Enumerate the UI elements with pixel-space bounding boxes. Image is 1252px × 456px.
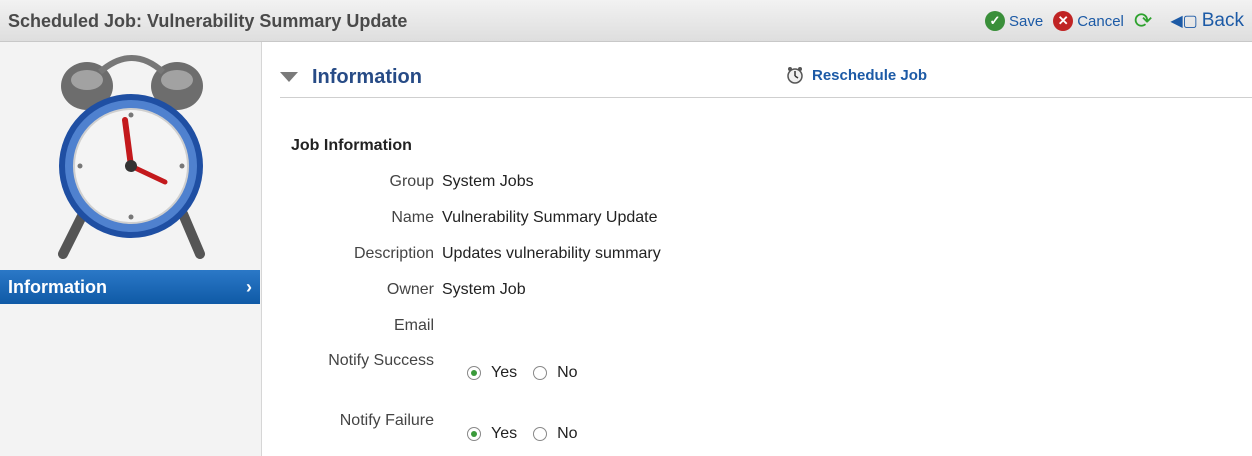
toolbar: ✓ Save ✕ Cancel ⟳ ◀▢ Back xyxy=(975,10,1244,32)
refresh-button[interactable]: ⟳ xyxy=(1133,8,1153,33)
notify-success-no-label: No xyxy=(557,364,578,381)
page-title: Scheduled Job: Vulnerability Summary Upd… xyxy=(8,11,408,31)
group-label: Group xyxy=(389,173,434,190)
section-header: Information Reschedule Job xyxy=(280,64,1252,98)
description-value: Updates vulnerability summary xyxy=(442,245,661,262)
notify-failure-yes-label: Yes xyxy=(491,425,518,442)
cancel-button[interactable]: ✕ Cancel xyxy=(1053,11,1124,31)
refresh-icon: ⟳ xyxy=(1133,8,1153,33)
owner-value: System Job xyxy=(442,281,526,298)
notify-failure-label: Notify Failure xyxy=(339,412,434,429)
notify-failure-radios: Yes No xyxy=(467,425,594,443)
x-circle-icon: ✕ xyxy=(1053,11,1074,31)
notify-success-yes-label: Yes xyxy=(491,364,518,381)
notify-failure-no-label: No xyxy=(557,425,578,442)
cancel-label: Cancel xyxy=(1077,12,1124,30)
reschedule-job-label: Reschedule Job xyxy=(812,66,928,84)
job-information-heading: Job Information xyxy=(291,137,412,154)
clock-icon xyxy=(787,67,803,84)
field-description: Description Updates vulnerability summar… xyxy=(262,245,962,267)
main-content: Information Reschedule Job Job Informati… xyxy=(262,42,1252,456)
back-button[interactable]: ◀▢ Back xyxy=(1170,10,1244,32)
back-arrow-icon: ◀▢ xyxy=(1170,13,1198,30)
section-title: Information xyxy=(312,66,422,88)
collapse-triangle-icon[interactable] xyxy=(280,72,298,82)
alarm-clock-icon xyxy=(58,55,205,259)
field-owner: Owner System Job xyxy=(262,281,962,303)
field-group: Group System Jobs xyxy=(262,173,962,195)
save-label: Save xyxy=(1008,12,1044,30)
sidebar-item-information[interactable]: Information › xyxy=(0,270,260,304)
email-label: Email xyxy=(393,317,434,334)
group-value: System Jobs xyxy=(442,173,534,190)
field-email: Email xyxy=(262,317,962,339)
check-circle-icon: ✓ xyxy=(984,11,1005,31)
notify-success-yes-radio[interactable] xyxy=(467,366,481,380)
notify-success-no-radio[interactable] xyxy=(533,366,548,380)
notify-failure-no-radio[interactable] xyxy=(533,427,548,441)
field-name: Name Vulnerability Summary Update xyxy=(262,209,962,231)
chevron-right-icon: › xyxy=(246,277,252,297)
sidebar: Information › xyxy=(0,42,262,456)
name-value: Vulnerability Summary Update xyxy=(442,209,658,226)
notify-success-row: Notify Success Yes No xyxy=(262,352,962,381)
title-bar: Scheduled Job: Vulnerability Summary Upd… xyxy=(0,0,1252,42)
save-button[interactable]: ✓ Save xyxy=(984,11,1044,31)
notify-success-radios: Yes No xyxy=(467,364,594,382)
reschedule-job-link[interactable]: Reschedule Job xyxy=(786,66,927,84)
owner-label: Owner xyxy=(386,281,434,298)
description-label: Description xyxy=(353,245,434,262)
notify-failure-row: Notify Failure Yes No xyxy=(262,412,962,442)
notify-success-label: Notify Success xyxy=(328,352,434,369)
notify-failure-yes-radio[interactable] xyxy=(467,427,481,441)
sidebar-item-label: Information xyxy=(8,277,107,297)
back-label: Back xyxy=(1201,10,1244,31)
name-label: Name xyxy=(391,209,434,226)
